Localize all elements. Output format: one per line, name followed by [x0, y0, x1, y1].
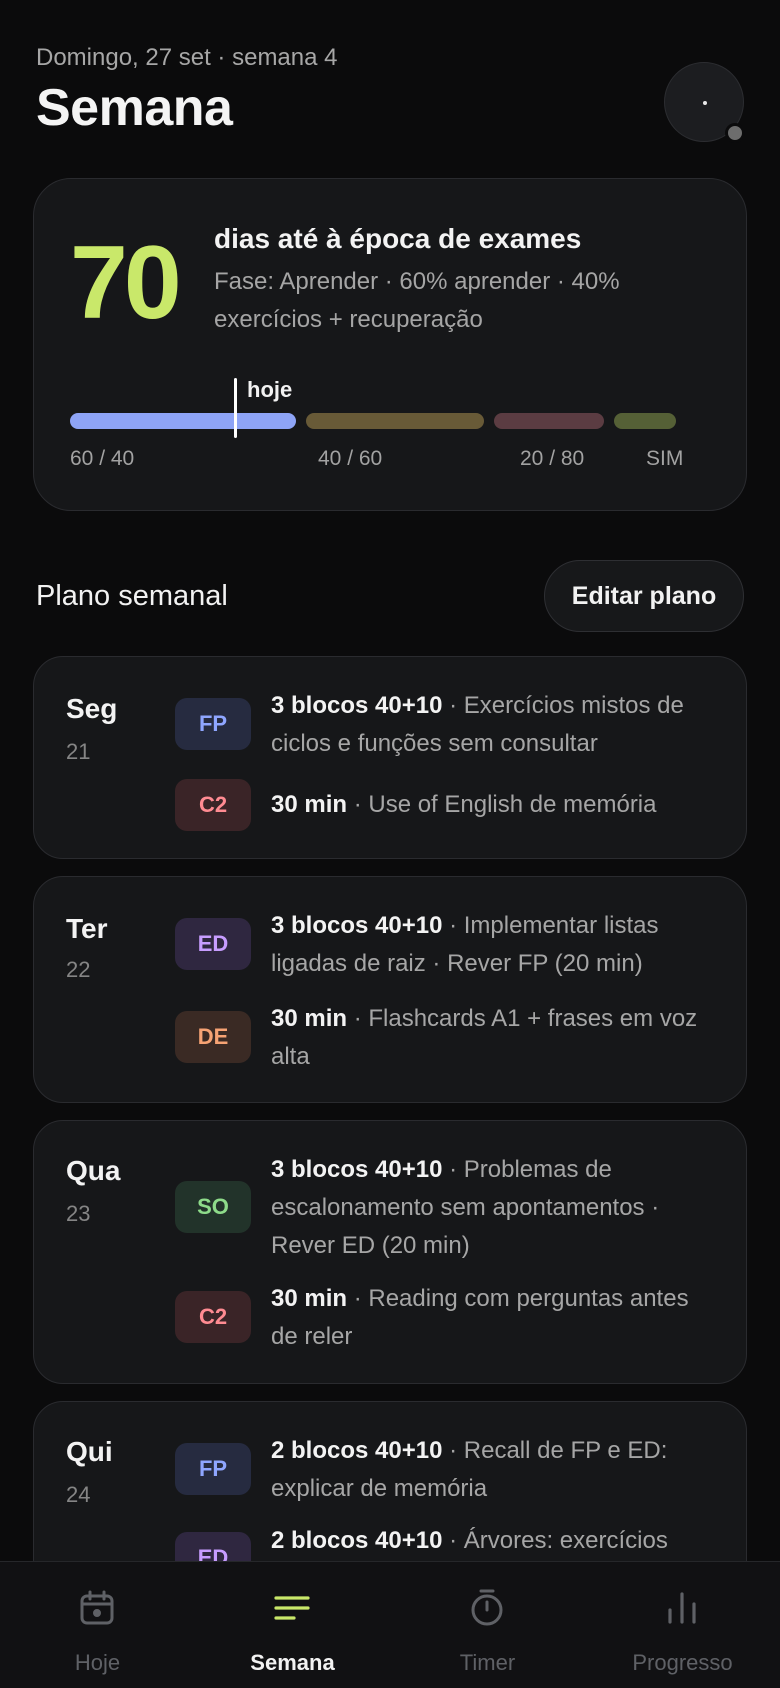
nav-item-hoje[interactable]: Hoje: [0, 1562, 195, 1688]
subject-badge: FP: [175, 698, 251, 750]
segment-label: 40 / 60: [318, 447, 383, 470]
edit-plan-button[interactable]: Editar plano: [544, 560, 744, 632]
day-name: Seg: [66, 693, 118, 724]
timeline-segment-practice: [306, 413, 484, 429]
subject-badge: C2: [175, 779, 251, 831]
day-number: 24: [66, 1482, 91, 1507]
day-card-ter[interactable]: Ter 22 ED 3 blocos 40+10 · Implementar l…: [33, 876, 747, 1103]
status-indicator: [725, 123, 745, 143]
timeline-segment-review: [494, 413, 604, 429]
phase-description: Fase: Aprender · 60% aprender · 40% exer…: [214, 268, 620, 333]
task-item[interactable]: 30 min · Flashcards A1 + frases em voz a…: [271, 1000, 721, 1076]
task-description: · Árvores: exercícios: [442, 1527, 668, 1554]
task-duration: 30 min: [271, 791, 348, 818]
subject-badge: C2: [175, 1291, 251, 1343]
avatar[interactable]: [664, 62, 745, 143]
header: Domingo, 27 set · semana 4 Semana: [36, 44, 745, 144]
today-label: hoje: [247, 377, 293, 402]
countdown-card: 70 dias até à época de exames Fase: Apre…: [33, 178, 747, 511]
segment-label: 60 / 40: [70, 447, 135, 470]
nav-item-progresso[interactable]: Progresso: [585, 1562, 780, 1688]
task-duration: 2 blocos 40+10: [271, 1437, 443, 1464]
bottom-nav: Hoje Semana Timer Progresso: [0, 1561, 780, 1688]
task-duration: 3 blocos 40+10: [271, 912, 443, 939]
task-item[interactable]: 3 blocos 40+10 · Implementar listas liga…: [271, 907, 721, 983]
task-item[interactable]: 30 min · Reading com perguntas antes de …: [271, 1280, 721, 1356]
subject-badge: ED: [175, 918, 251, 970]
section-title: Plano semanal: [36, 580, 228, 612]
nav-label: Timer: [459, 1650, 516, 1675]
day-name: Qui: [66, 1436, 113, 1467]
day-number: 22: [66, 957, 91, 982]
timer-icon: [471, 1589, 503, 1626]
date-line: Domingo, 27 set · semana 4: [36, 44, 338, 71]
task-item[interactable]: 2 blocos 40+10 · Recall de FP e ED: expl…: [271, 1432, 721, 1508]
segment-label: SIM: [646, 447, 684, 470]
task-item[interactable]: 2 blocos 40+10 · Árvores: exercícios: [271, 1522, 721, 1560]
subject-badge: SO: [175, 1181, 251, 1233]
timeline-segment-learn: [70, 413, 296, 429]
countdown-title: dias até à época de exames: [214, 223, 582, 254]
task-item[interactable]: 3 blocos 40+10 · Problemas de escaloname…: [271, 1151, 721, 1265]
task-duration: 2 blocos 40+10: [271, 1527, 443, 1554]
today-marker: [234, 378, 237, 438]
nav-label: Semana: [250, 1650, 335, 1675]
day-number: 23: [66, 1201, 91, 1226]
bar-chart-icon: [668, 1592, 696, 1624]
task-duration: 3 blocos 40+10: [271, 1156, 443, 1183]
app-root: Domingo, 27 set · semana 4 Semana 70 dia…: [0, 0, 780, 1688]
avatar-glyph: [703, 101, 707, 105]
task-duration: 30 min: [271, 1285, 348, 1312]
nav-item-timer[interactable]: Timer: [390, 1562, 585, 1688]
nav-label: Progresso: [632, 1650, 733, 1675]
subject-badge: FP: [175, 1443, 251, 1495]
nav-label: Hoje: [74, 1650, 121, 1675]
nav-item-semana[interactable]: Semana: [195, 1562, 390, 1688]
calendar-icon: [80, 1590, 114, 1625]
phase-timeline: [70, 413, 710, 429]
day-name: Ter: [66, 913, 108, 944]
task-duration: 3 blocos 40+10: [271, 692, 443, 719]
days-remaining: 70: [70, 225, 182, 341]
task-item[interactable]: 30 min · Use of English de memória: [271, 786, 721, 824]
task-duration: 30 min: [271, 1005, 348, 1032]
task-item[interactable]: 3 blocos 40+10 · Exercícios mistos de ci…: [271, 687, 721, 763]
task-description: · Use of English de memória: [347, 791, 657, 818]
day-card-seg[interactable]: Seg 21 FP 3 blocos 40+10 · Exercícios mi…: [33, 656, 747, 859]
subject-badge: DE: [175, 1011, 251, 1063]
timeline-segment-sim: [614, 413, 676, 429]
list-icon: [274, 1596, 310, 1620]
day-name: Qua: [66, 1155, 121, 1186]
day-card-qua[interactable]: Qua 23 SO 3 blocos 40+10 · Problemas de …: [33, 1120, 747, 1384]
day-number: 21: [66, 739, 91, 764]
segment-label: 20 / 80: [520, 447, 585, 470]
page-title: Semana: [36, 79, 233, 137]
